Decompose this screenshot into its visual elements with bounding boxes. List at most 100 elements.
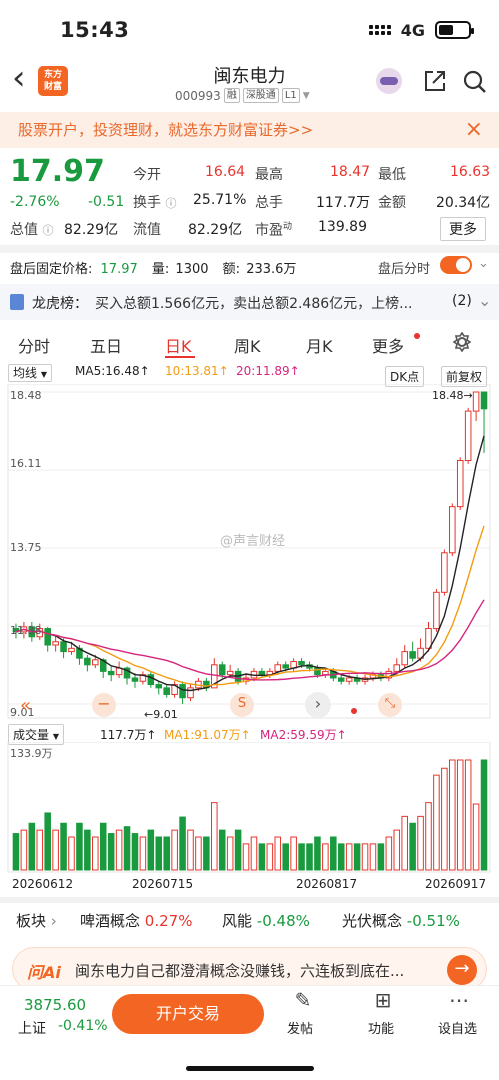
function-icon[interactable]: ⊞ — [368, 988, 398, 1012]
candle — [52, 641, 59, 646]
active-tab-indicator — [165, 356, 195, 358]
next-icon[interactable]: › — [305, 692, 331, 718]
candle — [456, 460, 464, 508]
tab-monthly-k[interactable]: 月K — [306, 333, 333, 357]
turnover-value: 25.71% — [193, 192, 247, 208]
max-marker: 18.48→ — [432, 389, 473, 402]
candle — [44, 628, 51, 646]
dragon-tiger-row[interactable]: 龙虎榜： 买入总额1.566亿元，卖出总额2.486亿元，上榜... (2) ⌄ — [0, 284, 499, 320]
volume-chart[interactable] — [0, 742, 499, 873]
volume-bar — [298, 843, 305, 871]
sector-item[interactable]: 风能 -0.48% — [222, 910, 310, 931]
mktcap-label: 总值 ⓘ — [10, 222, 54, 238]
low-label: 最低 — [378, 167, 406, 183]
volume-bar — [464, 759, 472, 871]
more-button[interactable]: 更多 — [440, 217, 486, 241]
list-icon — [10, 294, 24, 310]
candle — [401, 651, 408, 666]
after-hours-toggle[interactable] — [440, 256, 472, 274]
dragon-text: 买入总额1.566亿元，卖出总额2.486亿元，上榜... — [95, 296, 413, 312]
volume-bar — [139, 836, 147, 871]
volume-bar — [472, 803, 480, 871]
add-watchlist-button[interactable]: 设自选 — [438, 1018, 477, 1037]
volume-bar — [218, 829, 226, 871]
volume-bar — [123, 826, 131, 871]
index-name[interactable]: 上证 — [18, 1018, 46, 1038]
after-hours-amt: 233.6万 — [246, 262, 297, 277]
volume-bar — [361, 843, 369, 871]
volume-bar — [449, 759, 456, 871]
vol-ma2: MA2:59.59万↑ — [260, 728, 347, 742]
scroll-left-icon[interactable]: « — [20, 695, 31, 716]
close-icon[interactable]: × — [465, 112, 483, 148]
watermark: @声言财经 — [220, 534, 286, 549]
candle — [107, 670, 115, 676]
volume-bar — [377, 843, 385, 871]
volume-bar — [211, 802, 218, 871]
more-dots-icon[interactable]: ⋯ — [444, 988, 474, 1012]
sector-item[interactable]: 光伏概念 -0.51% — [342, 910, 460, 931]
date-label-1: 20260612 — [12, 877, 74, 891]
candle — [92, 659, 99, 666]
candle — [60, 641, 67, 653]
chevron-down-icon[interactable]: ⌄ — [478, 256, 489, 271]
sector-label[interactable]: 板块 › — [16, 910, 57, 931]
assistant-avatar-icon[interactable] — [376, 68, 402, 94]
settings-icon[interactable] — [452, 332, 472, 352]
volume-bar — [290, 836, 297, 871]
zoom-in-icon[interactable]: S — [230, 693, 254, 717]
tab-intraday[interactable]: 分时 — [18, 333, 50, 357]
volume-bar — [266, 843, 274, 871]
tab-daily-k[interactable]: 日K — [165, 333, 192, 357]
candle — [298, 660, 305, 666]
search-icon[interactable] — [462, 69, 488, 95]
after-hours-vol-label: 量: — [151, 262, 170, 277]
share-icon[interactable] — [423, 69, 447, 93]
tab-more[interactable]: 更多 — [372, 333, 404, 357]
volume-bar — [393, 829, 401, 871]
turnover-label: 换手 ⓘ — [133, 195, 177, 211]
fullscreen-icon[interactable]: ⤡ — [378, 693, 402, 717]
candle — [258, 670, 266, 676]
volume-bar — [441, 767, 448, 871]
volume-bar — [282, 843, 289, 871]
candle — [282, 664, 289, 669]
volume-bar — [250, 836, 258, 871]
candle — [441, 552, 448, 593]
candle — [131, 677, 139, 682]
volume-bar — [84, 829, 91, 871]
candle — [274, 664, 282, 672]
arrow-right-icon[interactable]: → — [447, 955, 477, 985]
post-button[interactable]: 发帖 — [287, 1018, 313, 1037]
event-dot — [351, 708, 357, 714]
dragon-count: (2) — [452, 293, 472, 309]
volume-bar — [155, 836, 163, 871]
candle — [226, 670, 234, 676]
dropdown-icon[interactable]: ▼ — [303, 91, 310, 101]
tab-five-day[interactable]: 五日 — [90, 333, 122, 357]
ma20-label: 20:11.89↑ — [236, 364, 300, 378]
after-hours-amt-label: 额: — [222, 262, 241, 277]
open-value: 16.64 — [205, 164, 246, 180]
volume-bar — [12, 833, 20, 871]
volume-bar — [274, 836, 282, 871]
post-icon[interactable]: ✎ — [288, 988, 318, 1012]
candle — [472, 391, 480, 412]
after-hours-toggle-label: 盘后分时 — [378, 262, 431, 277]
volume-bar — [28, 822, 36, 871]
open-account-trade-button[interactable]: 开户交易 — [112, 994, 264, 1034]
function-button[interactable]: 功能 — [368, 1018, 394, 1037]
vol-ma1: MA1:91.07万↑ — [164, 728, 251, 742]
indicator-select[interactable]: 均线 ▼ — [8, 364, 52, 382]
low-value: 16.63 — [450, 164, 491, 180]
volume-bar — [369, 843, 377, 871]
volume-bar — [92, 836, 99, 871]
kline-chart[interactable] — [0, 384, 499, 719]
tab-weekly-k[interactable]: 周K — [234, 333, 261, 357]
promo-banner[interactable]: 股票开户，投资理财，就选东方财富证券>> × — [0, 112, 499, 148]
zoom-out-icon[interactable]: − — [92, 693, 116, 717]
candle — [179, 684, 186, 699]
sector-item[interactable]: 啤酒概念 0.27% — [80, 910, 192, 931]
volume-bar — [44, 812, 51, 871]
after-hours-vol: 1300 — [175, 262, 209, 277]
